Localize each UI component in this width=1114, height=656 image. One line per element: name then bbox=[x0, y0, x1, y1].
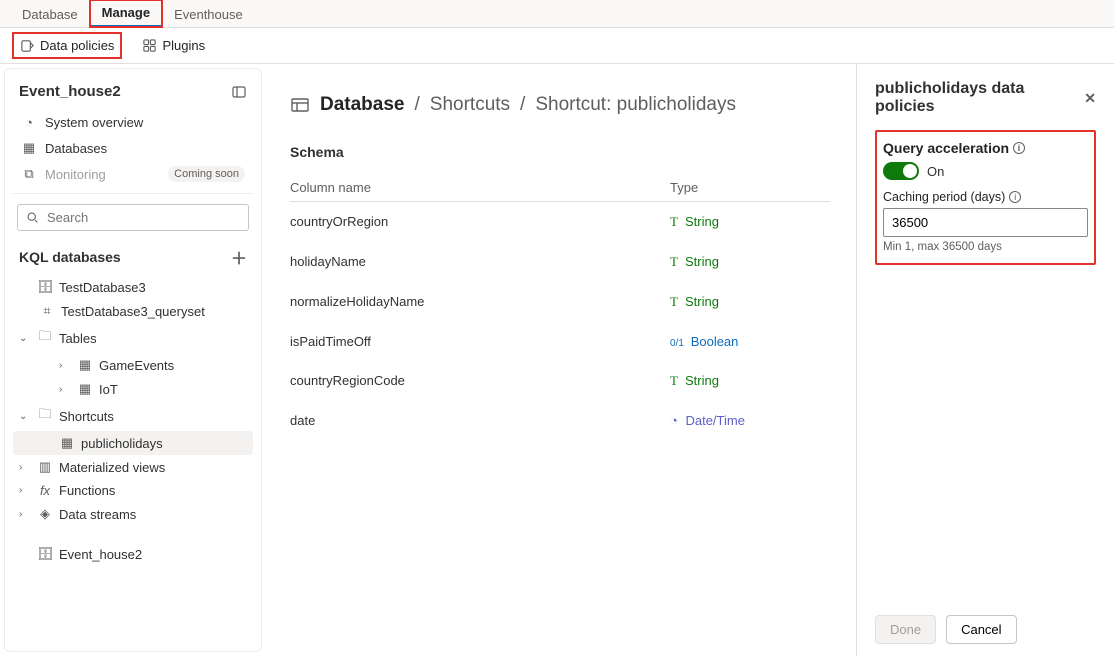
info-icon[interactable]: i bbox=[1009, 191, 1021, 203]
nav-monitoring: ⧉ Monitoring Coming soon bbox=[13, 161, 253, 187]
sidebar: Event_house2 ◔ System overview ▦ Databas… bbox=[4, 68, 262, 652]
table-icon: ▦ bbox=[77, 381, 93, 397]
databases-icon: ▦ bbox=[21, 140, 37, 156]
sidebar-search[interactable] bbox=[17, 204, 249, 231]
chevron-right-icon: › bbox=[19, 509, 31, 520]
column-type: Boolean bbox=[670, 334, 830, 349]
chevron-down-icon: ⌄ bbox=[19, 411, 31, 422]
column-name: normalizeHolidayName bbox=[290, 294, 670, 310]
schema-row: holidayNameString bbox=[290, 242, 830, 282]
column-name: countryOrRegion bbox=[290, 214, 670, 230]
tree-iot[interactable]: › ▦ IoT bbox=[13, 377, 253, 401]
tree-matviews[interactable]: › ▥ Materialized views bbox=[13, 455, 253, 479]
tab-manage[interactable]: Manage bbox=[90, 0, 162, 27]
tree-gameevents[interactable]: › ▦ GameEvents bbox=[13, 353, 253, 377]
monitoring-icon: ⧉ bbox=[21, 166, 37, 182]
column-name: holidayName bbox=[290, 254, 670, 270]
toggle-state-text: On bbox=[927, 164, 944, 179]
column-type: String bbox=[670, 294, 830, 310]
function-icon: fx bbox=[37, 483, 53, 498]
crumb-database[interactable]: Database bbox=[320, 94, 405, 116]
info-icon[interactable]: i bbox=[1013, 142, 1025, 154]
view-icon: ▥ bbox=[37, 459, 53, 475]
section-kql-databases: KQL databases bbox=[19, 249, 121, 265]
col-header-type: Type bbox=[670, 180, 830, 195]
table-icon: ▦ bbox=[77, 357, 93, 373]
breadcrumb: Database / Shortcuts / Shortcut: publich… bbox=[290, 94, 832, 116]
plugins-icon bbox=[142, 38, 157, 53]
tree-functions[interactable]: › fx Functions bbox=[13, 479, 253, 502]
schema-row: dateDate/Time bbox=[290, 401, 830, 440]
coming-soon-badge: Coming soon bbox=[168, 166, 245, 182]
caching-helper: Min 1, max 36500 days bbox=[883, 241, 1088, 253]
schema-heading: Schema bbox=[290, 144, 832, 160]
sidebar-collapse-icon[interactable] bbox=[231, 84, 247, 100]
sidebar-title: Event_house2 bbox=[19, 83, 121, 100]
search-input[interactable] bbox=[45, 209, 240, 226]
plugins-label: Plugins bbox=[162, 38, 205, 53]
tree-testdb3[interactable]: 🗄 TestDatabase3 bbox=[13, 275, 253, 299]
panel-close-icon[interactable]: ✕ bbox=[1084, 90, 1096, 107]
shortcut-icon: ▦ bbox=[59, 435, 75, 451]
tree-testdb3-queryset[interactable]: ⌗ TestDatabase3_queryset bbox=[13, 299, 253, 323]
chevron-right-icon: › bbox=[59, 360, 71, 371]
panel-title: publicholidays data policies bbox=[875, 80, 1084, 116]
col-header-name: Column name bbox=[290, 180, 670, 195]
column-type: String bbox=[670, 214, 830, 230]
data-policies-icon bbox=[20, 38, 35, 53]
chevron-right-icon: › bbox=[19, 462, 31, 473]
caching-period-input[interactable] bbox=[883, 208, 1088, 237]
column-name: date bbox=[290, 413, 670, 428]
column-name: isPaidTimeOff bbox=[290, 334, 670, 349]
crumb-current: Shortcut: publicholidays bbox=[535, 94, 736, 116]
column-name: countryRegionCode bbox=[290, 373, 670, 389]
schema-row: countryOrRegionString bbox=[290, 202, 830, 242]
chevron-down-icon: ⌄ bbox=[19, 333, 31, 344]
chevron-right-icon: › bbox=[59, 384, 71, 395]
caching-label: Caching period (days) bbox=[883, 190, 1005, 204]
column-type: Date/Time bbox=[670, 413, 830, 428]
database-icon: 🗄 bbox=[37, 546, 53, 562]
query-accel-toggle[interactable] bbox=[883, 162, 919, 180]
nav-system-overview[interactable]: ◔ System overview bbox=[13, 110, 253, 135]
query-acceleration-group: Query acceleration i On Caching period (… bbox=[875, 130, 1096, 265]
data-policies-label: Data policies bbox=[40, 38, 114, 53]
crumb-shortcuts[interactable]: Shortcuts bbox=[430, 94, 510, 116]
main-content: Database / Shortcuts / Shortcut: publich… bbox=[266, 64, 856, 656]
gauge-icon: ◔ bbox=[21, 115, 37, 130]
folder-icon: 🗀 bbox=[37, 327, 53, 349]
tree-tables[interactable]: ⌄ 🗀 Tables bbox=[13, 323, 253, 353]
schema-row: countryRegionCodeString bbox=[290, 361, 830, 401]
data-policies-button[interactable]: Data policies bbox=[14, 34, 120, 57]
queryset-icon: ⌗ bbox=[39, 303, 55, 319]
top-tab-bar: Database Manage Eventhouse bbox=[0, 0, 1114, 28]
add-database-icon[interactable]: ＋ bbox=[231, 245, 247, 269]
cancel-button[interactable]: Cancel bbox=[946, 615, 1016, 644]
data-policies-panel: publicholidays data policies ✕ Query acc… bbox=[856, 64, 1114, 656]
tree-eventhouse2[interactable]: 🗄 Event_house2 bbox=[13, 542, 253, 566]
folder-icon: 🗀 bbox=[37, 405, 53, 427]
toolbar: Data policies Plugins bbox=[0, 28, 1114, 64]
nav-databases[interactable]: ▦ Databases bbox=[13, 135, 253, 161]
query-accel-label: Query acceleration bbox=[883, 140, 1009, 156]
tree-datastreams[interactable]: › ◈ Data streams bbox=[13, 502, 253, 526]
stream-icon: ◈ bbox=[37, 506, 53, 522]
schema-row: normalizeHolidayNameString bbox=[290, 282, 830, 322]
breadcrumb-icon bbox=[290, 95, 310, 115]
tree-shortcuts[interactable]: ⌄ 🗀 Shortcuts bbox=[13, 401, 253, 431]
tree-publicholidays[interactable]: ▦ publicholidays bbox=[13, 431, 253, 455]
done-button[interactable]: Done bbox=[875, 615, 936, 644]
search-icon bbox=[26, 211, 39, 224]
schema-table: Column name Type countryOrRegionStringho… bbox=[290, 174, 830, 440]
tab-database[interactable]: Database bbox=[10, 2, 90, 27]
tab-eventhouse[interactable]: Eventhouse bbox=[162, 2, 255, 27]
schema-row: isPaidTimeOffBoolean bbox=[290, 322, 830, 361]
database-icon: 🗄 bbox=[37, 279, 53, 295]
column-type: String bbox=[670, 254, 830, 270]
plugins-button[interactable]: Plugins bbox=[136, 34, 211, 57]
chevron-right-icon: › bbox=[19, 485, 31, 496]
column-type: String bbox=[670, 373, 830, 389]
